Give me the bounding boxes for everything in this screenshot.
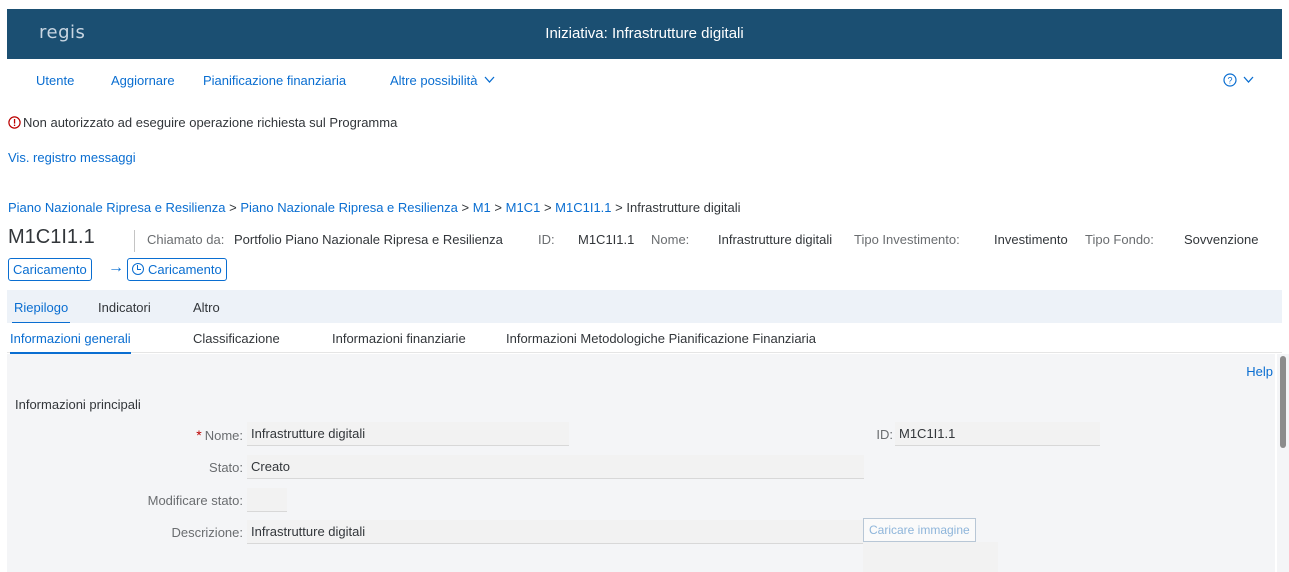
tab-informazioni-generali-label: Informazioni generali (10, 331, 131, 346)
upload-scheduled-button[interactable]: Caricamento (127, 258, 227, 281)
breadcrumb-link-m1[interactable]: M1 (473, 200, 491, 215)
arrow-right-icon: → (108, 259, 124, 276)
breadcrumb-separator: > (615, 200, 623, 215)
required-marker: * (196, 427, 202, 443)
breadcrumb: Piano Nazionale Ripresa e Resilienza > P… (8, 200, 741, 215)
investment-type-value: Investimento (994, 232, 1068, 247)
breadcrumb-separator: > (494, 200, 502, 215)
help-menu-button[interactable]: ? (1223, 72, 1254, 88)
error-message: Non autorizzato ad eseguire operazione r… (8, 115, 397, 130)
error-icon (8, 116, 21, 129)
tab-classificazione[interactable]: Classificazione (193, 331, 280, 346)
upload-scheduled-label: Caricamento (148, 262, 222, 277)
vertical-scrollbar[interactable] (1277, 354, 1289, 572)
breadcrumb-link-m1c1i1-1[interactable]: M1C1I1.1 (555, 200, 611, 215)
chevron-down-icon (484, 76, 495, 83)
object-id-title: M1C1I1.1 (8, 226, 95, 248)
image-preview-box (863, 542, 998, 572)
upload-button[interactable]: Caricamento (8, 258, 92, 281)
called-by-label: Chiamato da: (147, 232, 225, 247)
tab-indicatori[interactable]: Indicatori (98, 300, 151, 315)
header-id-value: M1C1I1.1 (578, 232, 635, 247)
secondary-tab-bar: Informazioni generali Classificazione In… (7, 323, 1282, 354)
menu-item-altre-possibilita[interactable]: Altre possibilità (390, 73, 495, 88)
change-status-field[interactable] (247, 488, 287, 512)
scrollbar-thumb[interactable] (1280, 356, 1286, 448)
tab-altro[interactable]: Altro (193, 300, 220, 315)
menu-item-utente[interactable]: Utente (36, 73, 74, 88)
name-field[interactable]: Infrastrutture digitali (247, 422, 569, 446)
message-log-link[interactable]: Vis. registro messaggi (8, 150, 136, 165)
breadcrumb-link-m1c1[interactable]: M1C1 (506, 200, 541, 215)
change-status-label: Modificare stato: (147, 493, 243, 508)
chevron-down-icon (1243, 76, 1254, 83)
menu-item-altre-label: Altre possibilità (390, 73, 478, 88)
tab-riepilogo-label: Riepilogo (14, 300, 69, 315)
called-by-value: Portfolio Piano Nazionale Ripresa e Resi… (234, 232, 503, 247)
breadcrumb-link-pnrr-2[interactable]: Piano Nazionale Ripresa e Resilienza (240, 200, 458, 215)
description-field[interactable]: Infrastrutture digitali (247, 520, 864, 544)
breadcrumb-current: Infrastrutture digitali (626, 200, 741, 215)
menu-item-aggiornare[interactable]: Aggiornare (111, 73, 175, 88)
help-circle-icon: ? (1223, 73, 1237, 87)
help-link[interactable]: Help (1246, 364, 1273, 379)
svg-text:?: ? (1228, 76, 1233, 86)
header-id-label: ID: (538, 232, 555, 247)
clock-icon (132, 263, 144, 275)
primary-tab-bar: Riepilogo Indicatori Altro (7, 290, 1282, 324)
investment-type-label: Tipo Investimento: (854, 232, 960, 247)
menu-bar: Utente Aggiornare Pianificazione finanzi… (7, 59, 1282, 103)
cropped-heading-strip (0, 0, 1289, 9)
description-label: Descrizione: (171, 525, 243, 540)
tab-riepilogo[interactable]: Riepilogo (12, 300, 71, 324)
fund-type-value: Sovvenzione (1184, 232, 1259, 247)
breadcrumb-separator: > (229, 200, 237, 215)
shell-bar: regis Iniziativa: Infrastrutture digital… (7, 9, 1282, 59)
menu-item-pianificazione-finanziaria[interactable]: Pianificazione finanziaria (203, 73, 346, 88)
status-field[interactable]: Creato (247, 455, 864, 479)
upload-image-button[interactable]: Caricare immagine (863, 518, 976, 542)
id-label: ID: (876, 427, 893, 442)
name-label: * Nome: (147, 427, 243, 443)
section-title: Informazioni principali (15, 397, 141, 412)
header-name-label: Nome: (651, 232, 690, 247)
object-header: M1C1I1.1 Chiamato da: Portfolio Piano Na… (8, 226, 1283, 254)
fund-type-label: Tipo Fondo: (1085, 232, 1154, 247)
tab-informazioni-generali[interactable]: Informazioni generali (10, 331, 131, 354)
breadcrumb-separator: > (543, 200, 552, 215)
breadcrumb-separator: > (461, 200, 470, 215)
status-label: Stato: (209, 460, 243, 475)
tab-informazioni-finanziarie[interactable]: Informazioni finanziarie (332, 331, 466, 346)
breadcrumb-link-pnrr-1[interactable]: Piano Nazionale Ripresa e Resilienza (8, 200, 226, 215)
id-field[interactable]: M1C1I1.1 (895, 422, 1100, 446)
error-message-text: Non autorizzato ad eseguire operazione r… (23, 115, 398, 130)
name-label-text: Nome: (204, 428, 243, 443)
header-divider (134, 230, 135, 252)
header-name-value: Infrastrutture digitali (718, 232, 833, 247)
page-title: Iniziativa: Infrastrutture digitali (545, 25, 744, 42)
tab-informazioni-metodologiche[interactable]: Informazioni Metodologiche Pianificazion… (506, 331, 816, 346)
general-info-panel: Help Informazioni principali * Nome: Infr… (7, 354, 1275, 572)
